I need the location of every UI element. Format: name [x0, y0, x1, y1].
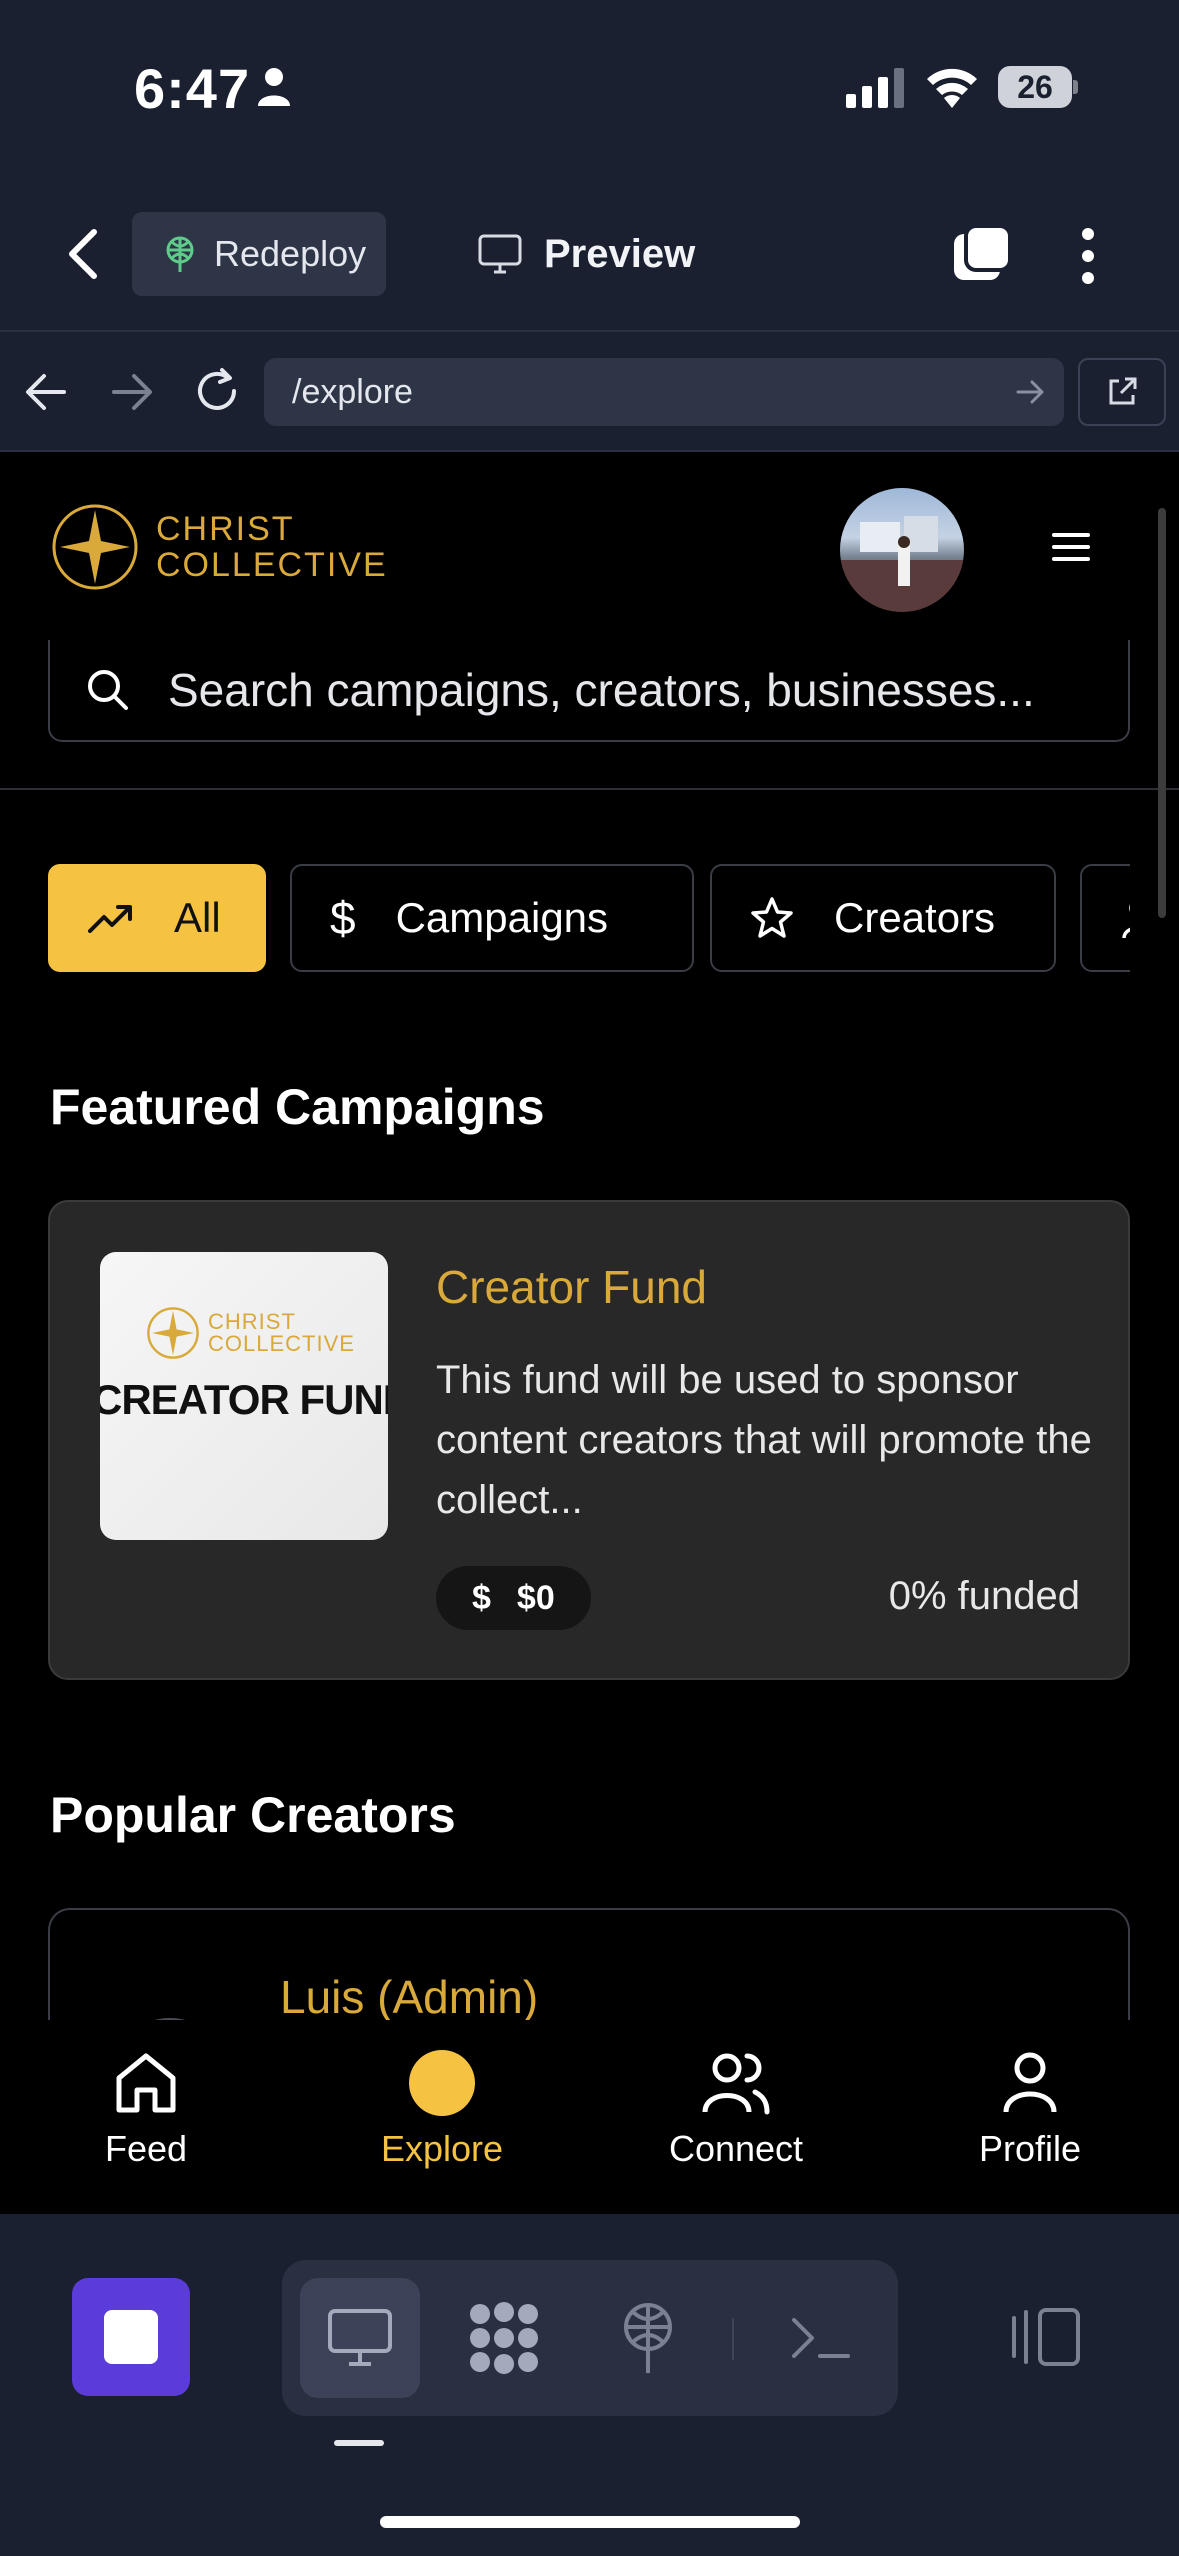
campaign-description: This fund will be used to sponsor conten… [436, 1358, 1092, 1522]
home-indicator[interactable] [380, 2516, 800, 2528]
campaign-thumbnail: CHRIST COLLECTIVE CREATOR FUND [100, 1252, 388, 1540]
deploy-icon [166, 236, 194, 272]
external-link-icon [1109, 377, 1137, 405]
trending-up-icon [88, 905, 132, 933]
popular-creators-heading: Popular Creators [50, 1787, 456, 1843]
tab-connect[interactable]: Connect [626, 2050, 846, 2190]
deploy-icon [624, 2303, 672, 2373]
preview-tool-button[interactable] [300, 2278, 420, 2398]
featured-campaigns-heading: Featured Campaigns [50, 1079, 545, 1135]
tab-connect-label: Connect [668, 2128, 804, 2169]
divider [0, 450, 1179, 452]
search-input[interactable]: Search campaigns, creators, businesses..… [48, 640, 1130, 742]
reload-icon[interactable] [192, 366, 242, 416]
amount-raised: $0 [516, 1578, 555, 1617]
filter-next[interactable] [1080, 864, 1130, 972]
replit-top-chrome: 6:47 26 Redeploy Preview /explore [0, 0, 1179, 452]
thumb-brand-line-2: COLLECTIVE [208, 1331, 355, 1356]
filter-creators[interactable]: Creators [710, 864, 1056, 972]
user-avatar[interactable] [840, 488, 964, 612]
brand-line-2: COLLECTIVE [156, 546, 388, 584]
tab-explore-label: Explore [380, 2128, 504, 2169]
deploy-tool-button[interactable] [588, 2278, 708, 2398]
browser-back-icon[interactable] [24, 372, 70, 412]
back-chevron-icon[interactable] [62, 226, 108, 282]
thumb-title: CREATOR FUND [100, 1376, 388, 1423]
preview-button[interactable]: Preview [478, 212, 695, 296]
tab-profile-label: Profile [978, 2128, 1082, 2169]
monitor-icon [478, 234, 522, 274]
star-cross-logo-icon [147, 1307, 199, 1359]
campaign-card[interactable]: CHRIST COLLECTIVE CREATOR FUND Creator F… [48, 1200, 1130, 1680]
thumb-logo: CHRIST COLLECTIVE [146, 1306, 355, 1360]
filter-campaigns-label: Campaigns [395, 894, 609, 941]
filter-campaigns[interactable]: $ Campaigns [290, 864, 694, 972]
tab-feed-label: Feed [104, 2128, 188, 2169]
stop-button[interactable] [72, 2278, 190, 2396]
site-logo[interactable]: CHRIST COLLECTIVE [50, 502, 388, 592]
campaign-name[interactable]: Creator Fund [436, 1260, 707, 1314]
active-tool-indicator [334, 2440, 384, 2446]
redeploy-button[interactable]: Redeploy [132, 212, 386, 296]
funded-percent: 0% funded [888, 1574, 1080, 1618]
divider [0, 788, 1179, 790]
preview-label: Preview [544, 231, 696, 276]
redeploy-label: Redeploy [214, 233, 367, 274]
tool-switcher [282, 2260, 898, 2416]
star-cross-logo-icon [52, 504, 138, 590]
hamburger-menu-icon[interactable] [1052, 530, 1090, 564]
shell-tool-button[interactable] [760, 2278, 880, 2398]
open-external-button[interactable] [1078, 358, 1166, 426]
grid-dots-icon [470, 2302, 538, 2374]
dollar-icon: $ [330, 892, 356, 944]
wifi-icon [927, 68, 977, 108]
go-arrow-icon[interactable] [1016, 378, 1046, 406]
home-icon [116, 2053, 176, 2113]
battery-icon: 26 [998, 66, 1078, 108]
search-icon [88, 670, 128, 710]
star-icon [751, 897, 793, 938]
filter-chips: All $ Campaigns Creators [48, 864, 1130, 972]
browser-forward-icon[interactable] [108, 372, 154, 412]
url-bar[interactable]: /explore [264, 358, 1064, 426]
tab-feed[interactable]: Feed [36, 2050, 256, 2190]
bottom-tab-bar: Feed Explore Connect Profile [0, 2020, 1179, 2214]
person-icon [258, 68, 290, 106]
page-scrollbar[interactable] [1158, 508, 1166, 918]
users-icon [702, 2053, 770, 2115]
thumb-brand-line-1: CHRIST [208, 1309, 296, 1334]
divider [0, 330, 1179, 332]
business-icon [1122, 904, 1130, 939]
panel-layout-icon[interactable] [1010, 2306, 1082, 2368]
monitor-icon [328, 2309, 392, 2366]
avatar-photo [840, 516, 964, 612]
terminal-icon [792, 2318, 850, 2358]
filter-creators-label: Creators [834, 894, 996, 941]
brand-line-1: CHRIST [156, 510, 295, 548]
explore-dot-icon [409, 2050, 475, 2116]
tool-separator [732, 2318, 734, 2360]
search-placeholder: Search campaigns, creators, businesses..… [168, 664, 1035, 716]
creator-name[interactable]: Luis (Admin) [280, 1970, 538, 2024]
cellular-signal-icon [846, 68, 904, 108]
agent-tool-button[interactable] [444, 2278, 564, 2398]
filter-all[interactable]: All [48, 864, 266, 972]
status-time: 6:47 [134, 57, 251, 120]
tabs-icon[interactable] [952, 224, 1012, 284]
user-icon [1003, 2052, 1057, 2113]
stop-icon [104, 2310, 158, 2364]
replit-bottom-toolbar [0, 2214, 1179, 2556]
dollar-icon: $ [472, 1578, 491, 1617]
tab-explore[interactable]: Explore [332, 2050, 552, 2190]
more-options-icon[interactable] [1078, 226, 1098, 286]
tab-profile[interactable]: Profile [920, 2050, 1140, 2190]
amount-raised-badge: $ $0 [436, 1566, 591, 1630]
battery-level: 26 [998, 66, 1072, 108]
filter-all-label: All [174, 894, 221, 941]
url-text: /explore [292, 372, 413, 411]
